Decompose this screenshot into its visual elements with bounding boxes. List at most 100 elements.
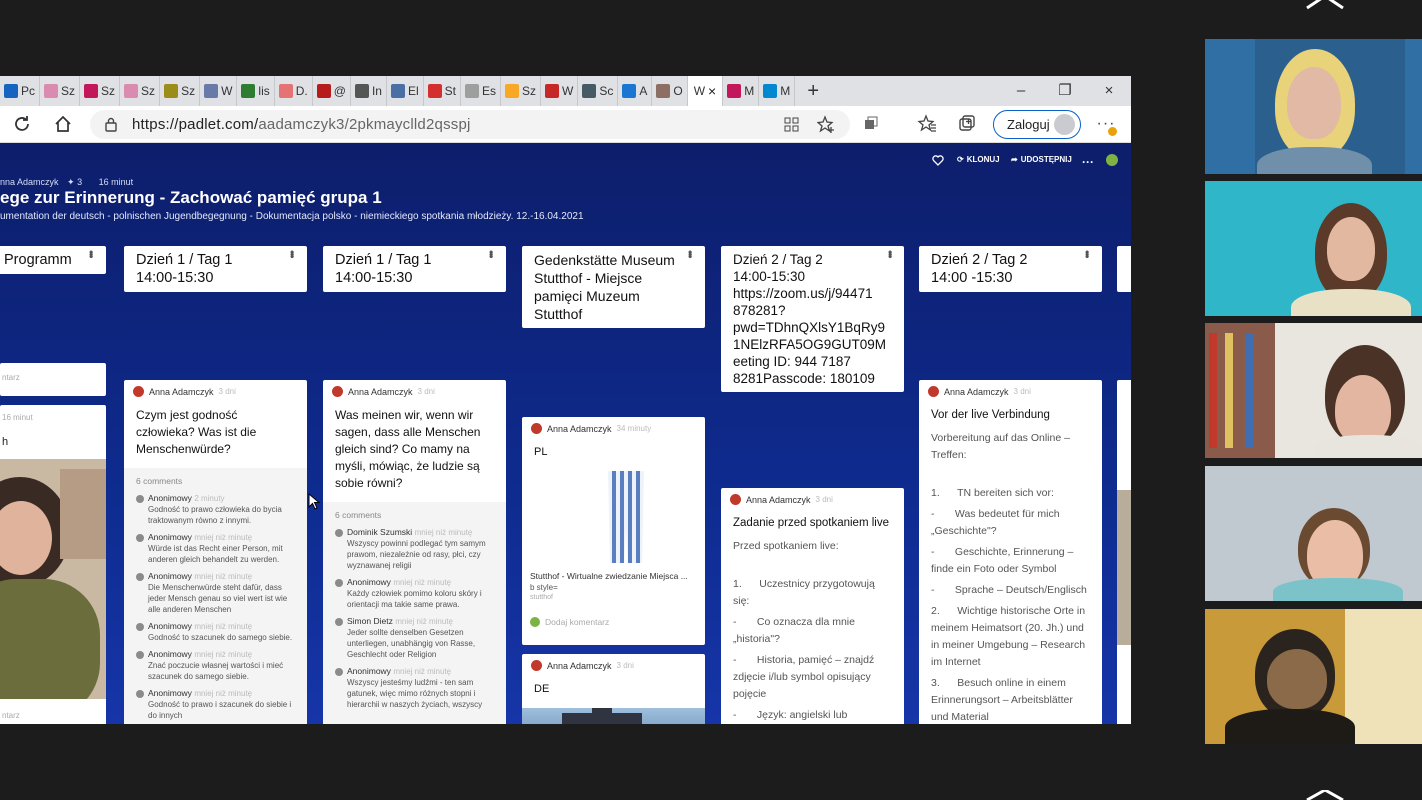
- chevron-up-icon[interactable]: [1305, 0, 1345, 16]
- post-card-task-pl[interactable]: Anna Adamczyk 3 dni Zadanie przed spotkan…: [721, 488, 904, 724]
- browser-tab[interactable]: Sz: [120, 76, 161, 106]
- share-button[interactable]: ➦ UDOSTĘPNIJ: [1011, 155, 1072, 164]
- post-card-equality[interactable]: Anna Adamczyk 3 dni Was meinen wir, wenn …: [323, 380, 506, 724]
- minimize-button[interactable]: –: [999, 76, 1043, 106]
- post-body-line: 2. Wichtige historische Orte in meinem H…: [931, 605, 1089, 668]
- heart-icon[interactable]: [932, 155, 944, 166]
- link-subtitle: b style=: [530, 583, 558, 592]
- browser-tab[interactable]: Sz: [80, 76, 121, 106]
- home-icon[interactable]: [52, 113, 74, 135]
- column-menu-icon[interactable]: •••: [283, 250, 301, 257]
- user-avatar[interactable]: [1106, 154, 1118, 166]
- tab-favicon-icon: [316, 84, 331, 98]
- browser-tab[interactable]: D.: [275, 76, 313, 106]
- post-card-stutthof-de[interactable]: Anna Adamczyk 3 dni DE: [522, 654, 705, 724]
- clone-icon: ⟳: [957, 155, 964, 164]
- column-title: Dzień 2 / Tag 2 14:00-15:30 https://zoom…: [733, 252, 887, 386]
- browser-tab[interactable]: Es: [461, 76, 501, 106]
- column-header[interactable]: Dzień 1 / Tag 1 14:00-15:30 •••: [124, 246, 307, 292]
- video-tile-participant-3[interactable]: [1205, 323, 1422, 458]
- video-tile-participant-1[interactable]: [1205, 39, 1422, 174]
- commenter-avatar: [136, 623, 144, 631]
- link-title[interactable]: Stutthof - Wirtualne zwiedzanie Miejsca …: [530, 571, 688, 581]
- collections-icon[interactable]: [957, 114, 977, 134]
- browser-tab[interactable]: Pc: [0, 76, 41, 106]
- comment-time: mniej niż minutę: [194, 572, 253, 581]
- comment-time: 2 minuty: [194, 494, 225, 503]
- post-card[interactable]: ntarz: [0, 363, 106, 396]
- browser-tab[interactable]: A: [618, 76, 653, 106]
- browser-tab[interactable]: W: [541, 76, 579, 106]
- column-header[interactable]: Gedenkstätte Museum Stutthof - Miejsce p…: [522, 246, 705, 328]
- comment-time: mniej niż minutę: [395, 617, 454, 626]
- browser-tab[interactable]: lis: [237, 76, 275, 106]
- close-window-button[interactable]: ×: [1087, 76, 1131, 106]
- post-lang: PL: [534, 446, 548, 458]
- browser-tab[interactable]: @: [313, 76, 351, 106]
- column-menu-icon[interactable]: •••: [82, 250, 100, 257]
- video-tile-participant-4[interactable]: [1205, 466, 1422, 601]
- comment-author-name: Anonimowy: [148, 621, 192, 631]
- browser-tab[interactable]: In: [351, 76, 387, 106]
- post-card-photo[interactable]: 16 minut h ntarz: [0, 405, 106, 724]
- tab-label: Sz: [61, 84, 76, 98]
- new-tab-button[interactable]: +: [801, 80, 825, 103]
- post-author: Anna Adamczyk 34 minuty: [522, 417, 705, 440]
- restore-button[interactable]: ❐: [1043, 76, 1087, 106]
- post-card-dignity[interactable]: Anna Adamczyk 3 dni Czym jest godność czł…: [124, 380, 307, 724]
- column-menu-icon[interactable]: •••: [1078, 250, 1096, 257]
- column-menu-icon[interactable]: •••: [881, 250, 898, 257]
- board-more-icon[interactable]: ···: [1082, 155, 1094, 169]
- tab-favicon-icon: [44, 84, 59, 98]
- post-card-task-de[interactable]: Anna Adamczyk 3 dni Vor der live Verbindu…: [919, 380, 1102, 724]
- add-comment-button[interactable]: Dodaj komentarz: [530, 617, 609, 627]
- add-comment-stub[interactable]: ntarz: [0, 363, 106, 382]
- apps-icon[interactable]: [783, 116, 800, 133]
- browser-tab[interactable]: Sc: [578, 76, 619, 106]
- museum-photo: [522, 708, 705, 724]
- refresh-icon[interactable]: [11, 113, 33, 135]
- browser-tab[interactable]: Sz: [160, 76, 201, 106]
- browser-tab[interactable]: O: [652, 76, 688, 106]
- column-day1-a: Dzień 1 / Tag 1 14:00-15:30 •••: [124, 246, 307, 292]
- column-header[interactable]: Dzień 2 / Tag 2 14:00-15:30 https://zoom…: [721, 246, 904, 392]
- author-avatar: [928, 386, 939, 397]
- browser-tab[interactable]: St: [424, 76, 461, 106]
- browser-tab[interactable]: M: [759, 76, 796, 106]
- login-button[interactable]: Zaloguj: [993, 110, 1081, 139]
- comment-count[interactable]: 6 comments: [124, 468, 307, 490]
- browser-tab[interactable]: W: [200, 76, 238, 106]
- add-comment-stub-2[interactable]: ntarz: [2, 711, 20, 720]
- add-favorite-icon[interactable]: [817, 115, 836, 134]
- browser-tab[interactable]: El: [387, 76, 424, 106]
- column-header[interactable]: Programm •••: [0, 246, 106, 274]
- chevron-down-icon[interactable]: [1305, 790, 1345, 800]
- author-avatar: [531, 423, 542, 434]
- post-card-partial[interactable]: [1117, 380, 1131, 724]
- tab-favicon-icon: [622, 84, 637, 98]
- column-menu-icon[interactable]: •••: [482, 250, 500, 257]
- column-header[interactable]: [1117, 246, 1131, 292]
- comment-author: Anonimowy mniej niż minutę: [148, 649, 295, 660]
- tab-label: M: [744, 84, 755, 98]
- column-header[interactable]: Dzień 1 / Tag 1 14:00-15:30 •••: [323, 246, 506, 292]
- url-field[interactable]: https://padlet.com/aadamczyk3/2pkmayclld…: [90, 110, 850, 139]
- browser-tab[interactable]: Sz: [501, 76, 541, 106]
- video-tile-participant-5[interactable]: [1205, 609, 1422, 744]
- post-card-stutthof-pl[interactable]: Anna Adamczyk 34 minuty PL Stutthof - Wir…: [522, 417, 705, 645]
- comment-count[interactable]: 6 comments: [323, 502, 506, 524]
- post-body-line: - Sprache – Deutsch/Englisch: [931, 584, 1087, 596]
- comment: Dominik Szumski mniej niż minutę Wszyscy …: [323, 524, 506, 574]
- tab-active[interactable]: W ×: [687, 76, 724, 106]
- browser-tab[interactable]: M: [723, 76, 760, 106]
- tab-close-icon[interactable]: ×: [708, 83, 716, 99]
- extensions-icon[interactable]: [862, 114, 880, 134]
- favorites-icon[interactable]: [917, 114, 937, 134]
- clone-button[interactable]: ⟳ KLONUJ: [957, 155, 1000, 164]
- tab-favicon-icon: [727, 84, 742, 98]
- column-header[interactable]: Dzień 2 / Tag 2 14:00 -15:30 •••: [919, 246, 1102, 292]
- link-host: stutthof: [530, 594, 553, 601]
- column-menu-icon[interactable]: •••: [681, 250, 699, 257]
- video-tile-participant-2[interactable]: [1205, 181, 1422, 316]
- browser-tab[interactable]: Sz: [40, 76, 81, 106]
